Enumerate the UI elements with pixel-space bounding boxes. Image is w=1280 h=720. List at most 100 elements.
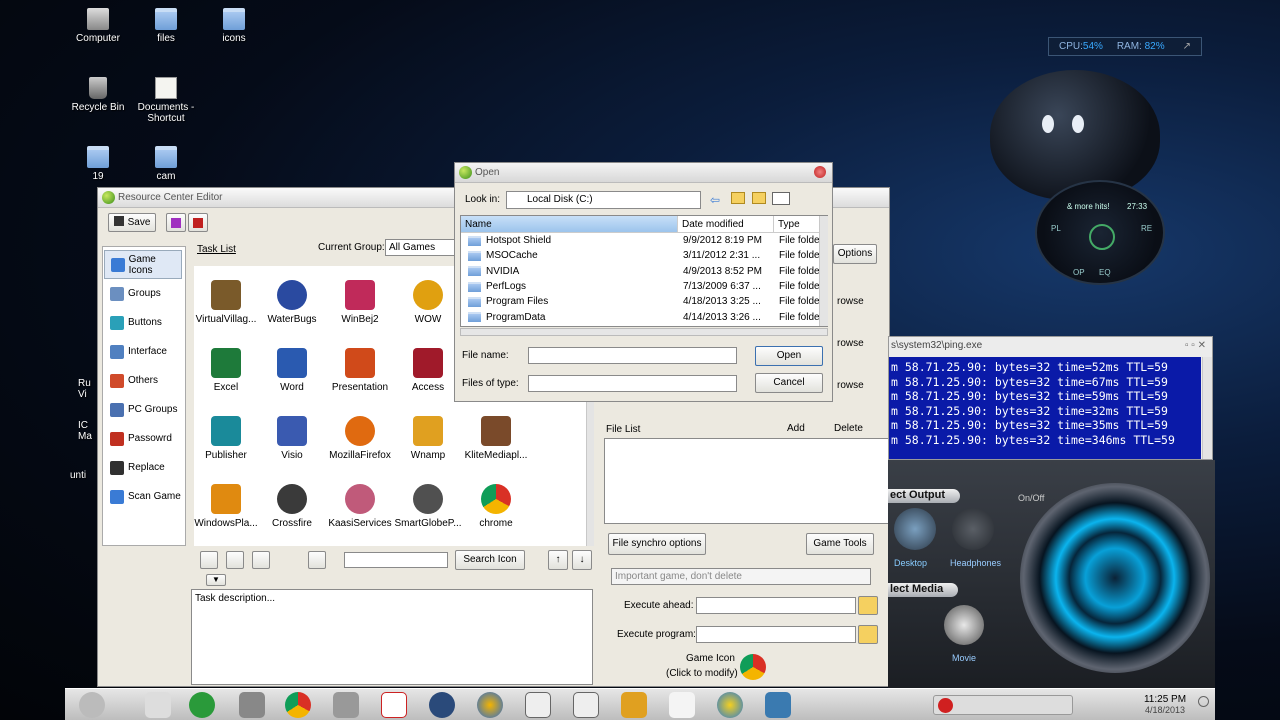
- photos-icon[interactable]: [765, 692, 791, 718]
- delete-task-button[interactable]: [252, 551, 270, 569]
- refresh-button[interactable]: [308, 551, 326, 569]
- execute-ahead-field[interactable]: [696, 597, 856, 614]
- app-word[interactable]: Word: [258, 348, 326, 393]
- tools-icon[interactable]: [189, 692, 215, 718]
- desktop-speaker-button[interactable]: [894, 508, 936, 550]
- desktop-icon-cam[interactable]: cam: [131, 146, 201, 182]
- editor-icon[interactable]: [525, 692, 551, 718]
- chrome-icon[interactable]: [285, 692, 311, 718]
- chrome-game-icon[interactable]: [740, 654, 766, 680]
- play-button[interactable]: [1089, 224, 1115, 250]
- headphones-button[interactable]: [952, 508, 994, 550]
- new-folder-icon[interactable]: [752, 192, 766, 204]
- desktop-icon-19[interactable]: 19: [63, 146, 133, 182]
- media-controls[interactable]: [933, 695, 1073, 715]
- app-visio[interactable]: Visio: [258, 416, 326, 461]
- window-controls[interactable]: ▫ ▫ ✕: [1185, 340, 1206, 351]
- back-icon[interactable]: ⇦: [710, 193, 720, 207]
- app-winbej2[interactable]: WinBej2: [326, 280, 394, 325]
- task-description-field[interactable]: Task description...: [191, 589, 593, 685]
- movie-button[interactable]: [944, 605, 984, 645]
- app-smartglobe[interactable]: SmartGlobeP...: [394, 484, 462, 529]
- move-down-button[interactable]: ↓: [572, 550, 592, 570]
- library-icon[interactable]: [145, 692, 171, 718]
- importance-select[interactable]: Important game, don't delete: [611, 568, 871, 585]
- file-row[interactable]: NVIDIA 4/9/2013 8:52 PM File folde: [461, 264, 827, 279]
- file-name-input[interactable]: [528, 347, 737, 364]
- calculator-icon[interactable]: [239, 692, 265, 718]
- horizontal-scrollbar[interactable]: [460, 328, 828, 336]
- save-button[interactable]: Save: [108, 213, 156, 232]
- view-menu-icon[interactable]: [772, 192, 790, 205]
- column-date-modified[interactable]: Date modified: [677, 216, 773, 232]
- file-add-link[interactable]: Add: [787, 423, 805, 434]
- file-row[interactable]: Program Files 4/18/2013 3:25 ... File fold…: [461, 294, 827, 309]
- media-remote[interactable]: & more hits! 27:33 PL RE OP EQ: [1035, 180, 1165, 285]
- gem-tool-button[interactable]: [166, 213, 186, 232]
- notepad-icon[interactable]: [669, 692, 695, 718]
- sidebar-item-buttons[interactable]: Buttons: [104, 308, 182, 337]
- sidebar-item-scan-game[interactable]: Scan Game: [104, 482, 182, 511]
- desktop-icon-files[interactable]: files: [131, 8, 201, 44]
- sidebar-item-others[interactable]: Others: [104, 366, 182, 395]
- file-list-scrollbar[interactable]: [819, 216, 828, 326]
- desktop-icon-icons[interactable]: icons: [199, 8, 269, 44]
- files-of-type-select[interactable]: [528, 375, 737, 392]
- app-publisher[interactable]: Publisher: [192, 416, 260, 461]
- folder-browse-icon[interactable]: [858, 596, 878, 615]
- app-windows-player[interactable]: WindowsPla...: [192, 484, 260, 529]
- add-task-button[interactable]: [200, 551, 218, 569]
- sidebar-item-game-icons[interactable]: Game Icons: [104, 250, 182, 279]
- cancel-button[interactable]: Cancel: [755, 373, 823, 393]
- file-delete-link[interactable]: Delete: [834, 423, 863, 434]
- app-winamp[interactable]: Wnamp: [394, 416, 462, 461]
- column-name[interactable]: Name: [461, 216, 677, 232]
- window-icon[interactable]: [573, 692, 599, 718]
- app-mozilla-firefox[interactable]: MozillaFirefox: [326, 416, 394, 461]
- app-kaasi-services[interactable]: KaasiServices: [326, 484, 394, 529]
- file-row[interactable]: ProgramData 4/14/2013 3:26 ... File folde: [461, 309, 827, 324]
- file-list[interactable]: [604, 438, 889, 524]
- sidebar-item-interface[interactable]: Interface: [104, 337, 182, 366]
- loader-icon[interactable]: [717, 692, 743, 718]
- app-access[interactable]: Access: [394, 348, 462, 393]
- sidebar-item-password[interactable]: Passowrd: [104, 424, 182, 453]
- file-row[interactable]: Hotspot Shield 9/9/2012 8:19 PM File folde: [461, 233, 827, 248]
- options-button[interactable]: Options: [833, 244, 877, 264]
- app-klite-mediaplayer[interactable]: KliteMediapl...: [462, 416, 530, 461]
- move-up-button[interactable]: ↑: [548, 550, 568, 570]
- desktop-icon-computer[interactable]: Computer: [63, 8, 133, 44]
- execute-program-field[interactable]: [696, 626, 856, 643]
- sidebar-item-pc-groups[interactable]: PC Groups: [104, 395, 182, 424]
- power-icon[interactable]: [1198, 696, 1209, 707]
- scanner-icon[interactable]: [333, 692, 359, 718]
- app-crossfire[interactable]: Crossfire: [258, 484, 326, 529]
- finder-icon[interactable]: [79, 692, 105, 718]
- look-in-select[interactable]: Local Disk (C:): [506, 191, 701, 209]
- sidebar-item-groups[interactable]: Groups: [104, 279, 182, 308]
- console-scrollbar[interactable]: [1202, 357, 1212, 459]
- column-type[interactable]: Type: [773, 216, 821, 232]
- folder-browse-icon[interactable]: [858, 625, 878, 644]
- app-virtualvillage[interactable]: VirtualVillag...: [192, 280, 260, 325]
- file-synchro-options-button[interactable]: File synchro options: [608, 533, 706, 555]
- app-excel[interactable]: Excel: [192, 348, 260, 393]
- sidebar-item-replace[interactable]: Replace: [104, 453, 182, 482]
- current-group-select[interactable]: All Games: [385, 239, 455, 256]
- record-icon[interactable]: [938, 698, 953, 713]
- clock[interactable]: 11:25 PM 4/18/2013: [1135, 694, 1195, 715]
- vc-icon[interactable]: [381, 692, 407, 718]
- game-tools-button[interactable]: Game Tools: [806, 533, 874, 555]
- app-waterbugs[interactable]: WaterBugs: [258, 280, 326, 325]
- desktop-icon-recycle-bin[interactable]: Recycle Bin: [63, 77, 133, 113]
- file-row[interactable]: PerfLogs 7/13/2009 6:37 ... File folde: [461, 279, 827, 294]
- app-chrome[interactable]: chrome: [462, 484, 530, 529]
- winamp-icon[interactable]: [621, 692, 647, 718]
- open-button[interactable]: Open: [755, 346, 823, 366]
- file-row[interactable]: MSOCache 3/11/2012 2:31 ... File folde: [461, 248, 827, 263]
- globe-icon[interactable]: [429, 692, 455, 718]
- media-icon[interactable]: [477, 692, 503, 718]
- close-icon[interactable]: [814, 166, 826, 178]
- search-input[interactable]: [344, 552, 448, 568]
- app-wow[interactable]: WOW: [394, 280, 462, 325]
